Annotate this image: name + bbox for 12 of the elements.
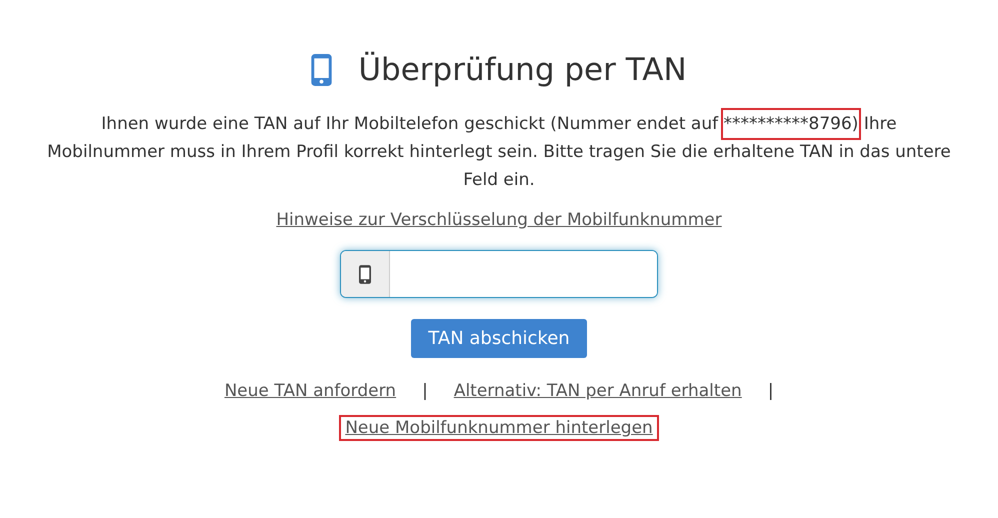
text-link[interactable]: Neue TAN anfordern <box>224 381 396 401</box>
separator: | <box>768 381 774 401</box>
instruction-text: Ihnen wurde eine TAN auf Ihr Mobiltelefon geschickt (Nummer endet auf **********8796) Ihre Mobilnummer muss in Ihrem Profil korrekt hinterlegt sein. Bitte tragen Sie die erhaltene TAN in das untere Feld ein. <box>46 113 952 192</box>
phone-icon <box>311 54 332 86</box>
text-link[interactable]: Neue Mobilfunknummer hinterlegen <box>339 415 659 441</box>
page-title: Überprüfung per TAN <box>358 52 687 88</box>
encryption-info-link[interactable]: Hinweise zur Verschlüsselung der Mobilfunknummer <box>276 210 722 230</box>
separator: | <box>422 381 428 401</box>
phone-icon <box>359 264 371 284</box>
submit-tan-button[interactable]: TAN abschicken <box>411 319 587 358</box>
text-link[interactable]: Alternativ: TAN per Anruf erhalten <box>454 381 742 401</box>
tan-input-field[interactable] <box>340 250 658 298</box>
